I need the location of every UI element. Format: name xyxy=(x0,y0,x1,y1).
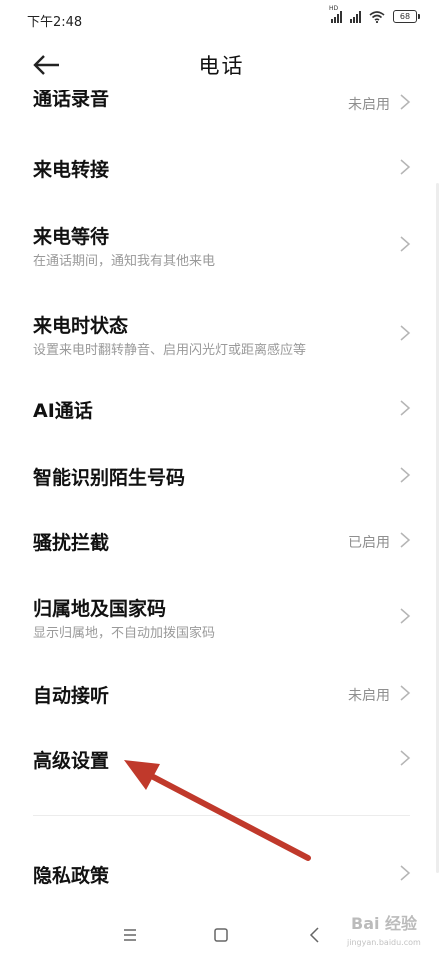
setting-value: 未启用 xyxy=(348,688,390,704)
setting-title: AI通话 xyxy=(33,400,93,422)
setting-ai-call[interactable]: AI通话 xyxy=(0,380,443,440)
setting-title: 归属地及国家码 xyxy=(33,598,167,620)
page-title: 电话 xyxy=(198,54,245,78)
setting-title: 来电转接 xyxy=(33,159,110,181)
status-bar: 下午2:48 HD 68 xyxy=(0,0,443,38)
back-icon[interactable] xyxy=(300,920,330,950)
setting-privacy-policy[interactable]: 隐私政策 xyxy=(0,845,443,905)
list-divider xyxy=(33,815,410,816)
setting-subtitle: 设置来电时翻转静音、启用闪光灯或距离感应等 xyxy=(33,343,307,358)
setting-title: 高级设置 xyxy=(33,750,110,772)
hd-label: HD xyxy=(329,4,339,12)
battery-icon: 68 xyxy=(393,10,420,23)
setting-subtitle: 显示归属地，不自动加拨国家码 xyxy=(33,626,216,641)
setting-harassment-blocking[interactable]: 骚扰拦截 已启用 xyxy=(0,510,443,570)
menu-icon[interactable] xyxy=(115,920,145,950)
setting-subtitle: 在通话期间，通知我有其他来电 xyxy=(33,254,216,269)
chevron-right-icon xyxy=(400,865,411,881)
setting-value: 已启用 xyxy=(348,535,390,551)
chevron-right-icon xyxy=(400,532,411,548)
chevron-right-icon xyxy=(400,467,411,483)
setting-value: 未启用 xyxy=(348,97,390,113)
setting-call-recording[interactable]: 通话录音 未启用 xyxy=(0,90,443,114)
home-icon[interactable] xyxy=(206,920,236,950)
setting-location-country-code[interactable]: 归属地及国家码 显示归属地，不自动加拨国家码 xyxy=(0,580,443,652)
status-icons: HD 68 xyxy=(329,5,420,23)
chevron-right-icon xyxy=(400,608,411,624)
setting-title: 来电等待 xyxy=(33,226,110,248)
signal-icon: HD xyxy=(329,5,342,23)
setting-incoming-call-state[interactable]: 来电时状态 设置来电时翻转静音、启用闪光灯或距离感应等 xyxy=(0,295,443,367)
watermark-logo: Bai 经验 xyxy=(351,914,418,933)
chevron-right-icon xyxy=(400,400,411,416)
setting-title: 来电时状态 xyxy=(33,315,129,337)
setting-advanced[interactable]: 高级设置 xyxy=(0,730,443,790)
baidu-watermark: Bai 经验 jingyan.baidu.com xyxy=(345,908,435,958)
chevron-right-icon xyxy=(400,325,411,341)
chevron-right-icon xyxy=(400,236,411,252)
scrollbar[interactable] xyxy=(436,183,439,873)
chevron-right-icon xyxy=(400,750,411,766)
wifi-icon xyxy=(369,10,385,23)
setting-smart-identify-unknown[interactable]: 智能识别陌生号码 xyxy=(0,445,443,505)
settings-list[interactable]: 通话录音 未启用 来电转接 来电等待 在通话期间，通知我有其他来电 来电时状态 … xyxy=(0,90,443,910)
setting-call-waiting[interactable]: 来电等待 在通话期间，通知我有其他来电 xyxy=(0,208,443,278)
chevron-right-icon xyxy=(400,685,411,701)
setting-title: 自动接听 xyxy=(33,685,110,707)
status-time: 下午2:48 xyxy=(27,15,83,30)
setting-title: 隐私政策 xyxy=(33,865,110,887)
setting-title: 骚扰拦截 xyxy=(33,532,110,554)
chevron-right-icon xyxy=(400,159,411,175)
setting-title: 智能识别陌生号码 xyxy=(33,467,186,489)
setting-call-forwarding[interactable]: 来电转接 xyxy=(0,135,443,195)
setting-auto-answer[interactable]: 自动接听 未启用 xyxy=(0,665,443,725)
signal-icon xyxy=(350,10,361,23)
setting-title: 通话录音 xyxy=(33,90,110,110)
header: 电话 xyxy=(0,38,443,90)
watermark-url: jingyan.baidu.com xyxy=(347,938,421,947)
chevron-right-icon xyxy=(400,94,411,110)
